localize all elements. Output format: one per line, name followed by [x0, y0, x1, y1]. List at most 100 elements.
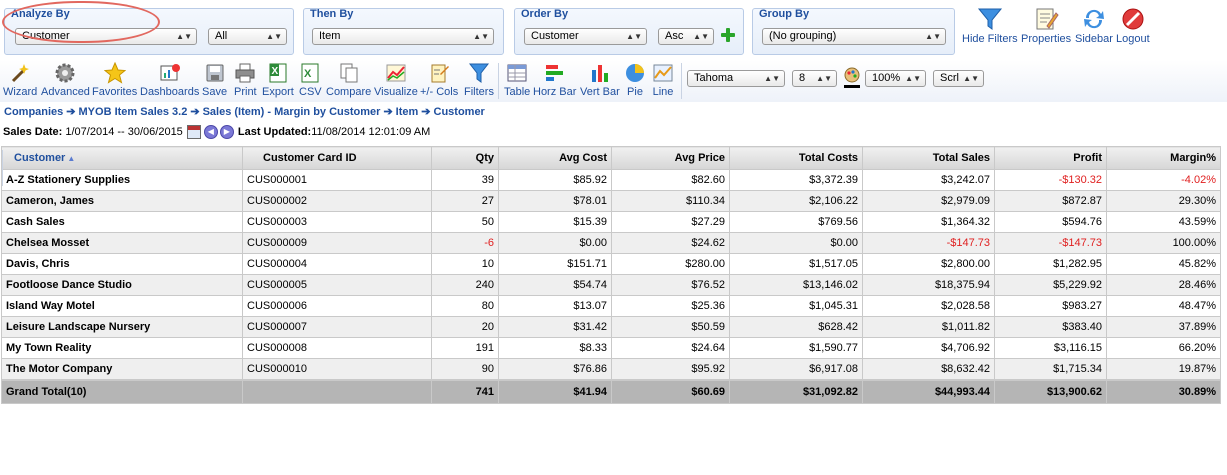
breadcrumb-customer[interactable]: Customer: [434, 106, 485, 118]
zoom-select[interactable]: 100% ▲▼: [865, 70, 926, 87]
cell-total-sales: $4,706.92: [862, 337, 995, 359]
grand-total-profit: $13,900.62: [994, 380, 1107, 404]
table-row[interactable]: My Town Reality CUS000008 191 $8.33 $24.64 $1…: [1, 337, 1221, 359]
table-row[interactable]: Island Way Motel CUS000006 80 $13.07 $25.36 $…: [1, 295, 1221, 317]
column-header-total-sales[interactable]: Total Sales: [862, 146, 995, 170]
funnel-icon: [977, 8, 1002, 30]
sidebar-button[interactable]: Sidebar: [1075, 6, 1113, 45]
table-view-button[interactable]: Table: [504, 62, 530, 98]
column-header-avg-price[interactable]: Avg Price: [611, 146, 730, 170]
cell-avg-price: $95.92: [611, 358, 730, 380]
select-arrows-icon: ▲▼: [176, 32, 192, 41]
table-row[interactable]: Leisure Landscape Nursery CUS000007 20 $31.…: [1, 316, 1221, 338]
font-size-select[interactable]: 8 ▲▼: [792, 70, 837, 87]
cell-avg-cost: $15.39: [498, 211, 612, 233]
cell-profit: -$147.73: [994, 232, 1107, 254]
cell-id: CUS000006: [242, 295, 432, 317]
cell-avg-price: $24.62: [611, 232, 730, 254]
cell-avg-cost: $151.71: [498, 253, 612, 275]
column-header-avg-cost[interactable]: Avg Cost: [498, 146, 612, 170]
column-header-profit[interactable]: Profit: [994, 146, 1107, 170]
logout-button[interactable]: Logout: [1116, 6, 1150, 45]
grand-total-total-costs: $31,092.82: [729, 380, 863, 404]
favorites-button[interactable]: Favorites: [92, 62, 137, 98]
analyze-by-select[interactable]: Customer ▲▼: [15, 28, 197, 45]
column-header-margin[interactable]: Margin%: [1106, 146, 1221, 170]
breadcrumb-companies[interactable]: Companies: [4, 106, 63, 118]
cell-margin: 45.82%: [1106, 253, 1221, 275]
properties-button[interactable]: Properties: [1021, 6, 1071, 45]
analyze-by-secondary-select[interactable]: All ▲▼: [208, 28, 287, 45]
line-button[interactable]: Line: [652, 62, 674, 98]
pie-button[interactable]: Pie: [624, 62, 646, 98]
cell-total-sales: $18,375.94: [862, 274, 995, 296]
order-direction-select[interactable]: Asc ▲▼: [658, 28, 714, 45]
cell-avg-price: $24.64: [611, 337, 730, 359]
table-icon: [507, 64, 527, 82]
cell-qty: 240: [431, 274, 499, 296]
compare-button[interactable]: Compare: [326, 62, 371, 98]
column-header-qty[interactable]: Qty: [431, 146, 499, 170]
cell-customer: Footloose Dance Studio: [1, 274, 243, 296]
font-select[interactable]: Tahoma ▲▼: [687, 70, 785, 87]
color-palette-icon[interactable]: [843, 67, 861, 89]
sort-ascending-icon: ▲: [67, 154, 76, 163]
cell-avg-cost: $76.86: [498, 358, 612, 380]
scroll-select[interactable]: Scrl ▲▼: [933, 70, 984, 87]
table-row[interactable]: Footloose Dance Studio CUS000005 240 $54.74…: [1, 274, 1221, 296]
report-app: { "filters": { "analyze_by": {"label": "…: [0, 0, 1227, 475]
table-row[interactable]: Chelsea Mosset CUS000009 -6 $0.00 $24.62 $0.0…: [1, 232, 1221, 254]
svg-text:X: X: [271, 66, 278, 77]
cell-margin: 100.00%: [1106, 232, 1221, 254]
cell-customer: The Motor Company: [1, 358, 243, 380]
cell-id: CUS000004: [242, 253, 432, 275]
cell-total-costs: $3,372.39: [729, 169, 863, 191]
wizard-button[interactable]: Wizard: [3, 62, 37, 98]
print-button[interactable]: Print: [234, 62, 257, 98]
columns-button[interactable]: +/- Cols: [420, 62, 458, 98]
next-period-icon[interactable]: ▶: [219, 125, 234, 139]
vert-bar-button[interactable]: Vert Bar: [580, 62, 620, 98]
cell-avg-cost: $31.42: [498, 316, 612, 338]
advanced-button[interactable]: Advanced: [41, 62, 90, 98]
export-button[interactable]: X Export: [262, 62, 294, 98]
save-button[interactable]: Save: [202, 62, 227, 98]
cell-customer: A-Z Stationery Supplies: [1, 169, 243, 191]
cell-customer: Chelsea Mosset: [1, 232, 243, 254]
pie-icon: [626, 64, 644, 82]
select-arrows-icon: ▲▼: [266, 32, 282, 41]
dashboards-button[interactable]: Dashboards: [140, 62, 199, 98]
horz-bar-button[interactable]: Horz Bar: [533, 62, 576, 98]
breadcrumb-item-sales[interactable]: MYOB Item Sales 3.2: [79, 106, 188, 118]
breadcrumb-margin-report[interactable]: Sales (Item) - Margin by Customer: [203, 106, 381, 118]
order-by-select[interactable]: Customer ▲▼: [524, 28, 647, 45]
hide-filters-button[interactable]: Hide Filters: [962, 6, 1018, 45]
column-header-customer-card-id[interactable]: Customer Card ID: [242, 146, 432, 170]
visualize-button[interactable]: Visualize: [374, 62, 418, 98]
table-row[interactable]: A-Z Stationery Supplies CUS000001 39 $85.92…: [1, 169, 1221, 191]
cell-avg-cost: $78.01: [498, 190, 612, 212]
add-order-plus-icon[interactable]: [720, 27, 736, 43]
column-header-customer[interactable]: Customer ▲: [1, 146, 243, 170]
breadcrumb-item[interactable]: Item: [396, 106, 419, 118]
cell-avg-price: $280.00: [611, 253, 730, 275]
vert-bar-icon: [591, 65, 608, 82]
cell-profit: $5,229.92: [994, 274, 1107, 296]
csv-button[interactable]: X CSV: [299, 62, 322, 98]
toolbar-divider: [681, 63, 682, 99]
cell-avg-price: $110.34: [611, 190, 730, 212]
filters-button[interactable]: Filters: [464, 62, 494, 98]
table-row[interactable]: Cash Sales CUS000003 50 $15.39 $27.29 $769.56…: [1, 211, 1221, 233]
then-by-select[interactable]: Item ▲▼: [312, 28, 494, 45]
table-row[interactable]: The Motor Company CUS000010 90 $76.86 $95.92…: [1, 358, 1221, 380]
column-header-total-costs[interactable]: Total Costs: [729, 146, 863, 170]
cell-margin: 48.47%: [1106, 295, 1221, 317]
previous-period-icon[interactable]: ◀: [203, 125, 218, 139]
calendar-icon[interactable]: [186, 125, 201, 139]
cell-total-costs: $1,590.77: [729, 337, 863, 359]
csv-icon: X: [301, 63, 319, 83]
table-row[interactable]: Cameron, James CUS000002 27 $78.01 $110.34 $2…: [1, 190, 1221, 212]
table-row[interactable]: Davis, Chris CUS000004 10 $151.71 $280.00 $1,…: [1, 253, 1221, 275]
grand-total-margin: 30.89%: [1106, 380, 1221, 404]
group-by-select[interactable]: (No grouping) ▲▼: [762, 28, 946, 45]
